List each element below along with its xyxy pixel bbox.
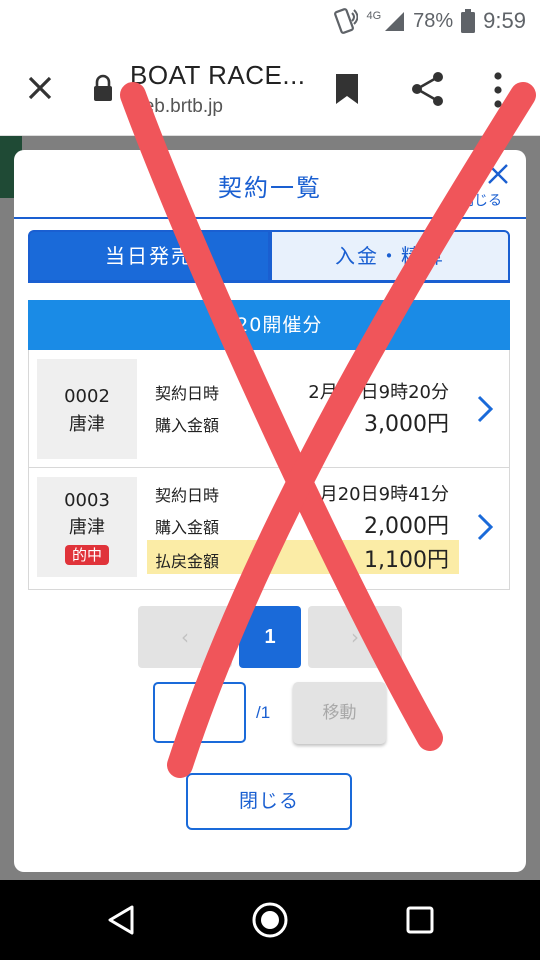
- contract-list: 0002 唐津 契約日時 2月20日9時20分 購入金額 3,000円 0003…: [28, 350, 510, 590]
- modal-title: 契約一覧: [218, 174, 322, 202]
- date-label: 契約日時: [155, 384, 220, 403]
- date-label: 契約日時: [155, 486, 220, 505]
- title-divider: [14, 217, 526, 219]
- close-button[interactable]: 閉じる: [186, 773, 352, 830]
- contract-row[interactable]: 0003 唐津 的中 契約日時 2月20日9時41分 購入金額 2,000円 払…: [29, 468, 509, 589]
- home-icon[interactable]: [251, 901, 289, 939]
- next-page-button[interactable]: ›: [308, 606, 402, 668]
- current-page-button[interactable]: 1: [239, 606, 301, 668]
- close-icon: [28, 76, 52, 100]
- chevron-right-icon[interactable]: [475, 394, 495, 424]
- close-tab-button[interactable]: [22, 70, 58, 106]
- amount-label: 購入金額: [155, 416, 220, 435]
- chevron-left-icon: ‹: [181, 625, 189, 649]
- system-nav-bar: [0, 880, 540, 960]
- modal-close-label[interactable]: 閉じる: [460, 190, 502, 210]
- contract-number: 0003: [64, 490, 110, 511]
- chevron-right-icon[interactable]: [475, 512, 495, 542]
- move-button[interactable]: 移動: [293, 682, 386, 744]
- back-icon[interactable]: [106, 904, 136, 936]
- page-url[interactable]: web.brtb.jp: [130, 96, 223, 118]
- page-total: /1: [256, 703, 271, 722]
- chevron-right-icon: ›: [351, 625, 359, 649]
- bookmark-icon[interactable]: [334, 72, 360, 106]
- browser-toolbar: BOAT RACE... web.brtb.jp: [0, 44, 540, 136]
- hit-badge: 的中: [64, 545, 109, 565]
- battery-percent: 78%: [413, 9, 454, 32]
- contract-row[interactable]: 0002 唐津 契約日時 2月20日9時20分 購入金額 3,000円: [29, 350, 509, 468]
- battery-icon: [461, 9, 476, 33]
- network-type: 4G: [366, 10, 382, 22]
- page-title: BOAT RACE...: [130, 60, 306, 90]
- purchase-amount: 2,000円: [364, 514, 449, 539]
- payout-amount: 1,100円: [364, 548, 449, 573]
- prev-page-button[interactable]: ‹: [138, 606, 232, 668]
- close-icon[interactable]: [486, 162, 510, 188]
- tab-same-day-sales[interactable]: 当日発売: [28, 230, 270, 282]
- signal-icon: [385, 12, 405, 31]
- clock: 9:59: [483, 8, 526, 33]
- venue-name: 唐津: [69, 517, 105, 538]
- vibrate-icon: [334, 8, 359, 34]
- purchase-amount: 3,000円: [364, 412, 449, 437]
- date-header: 2/20開催分: [28, 300, 510, 350]
- contract-list-modal: 契約一覧 閉じる 当日発売 入金・精算 2/20開催分 0002 唐津 契約日時…: [14, 150, 526, 872]
- tab-underline: [28, 280, 510, 283]
- more-vert-icon[interactable]: [490, 70, 506, 110]
- contract-datetime: 2月20日9時41分: [308, 484, 449, 505]
- amount-label: 購入金額: [155, 518, 220, 537]
- share-icon[interactable]: [408, 70, 448, 108]
- race-info-box: 0003 唐津 的中: [37, 477, 137, 577]
- lock-icon: [94, 74, 112, 101]
- contract-number: 0002: [64, 386, 110, 407]
- payout-label: 払戻金額: [155, 552, 220, 571]
- tab-deposit-settlement[interactable]: 入金・精算: [270, 230, 510, 282]
- page-number-input[interactable]: [153, 682, 246, 743]
- race-info-box: 0002 唐津: [37, 359, 137, 459]
- venue-name: 唐津: [69, 414, 105, 435]
- recents-icon[interactable]: [405, 905, 435, 935]
- status-bar: 4G 78% 9:59: [0, 0, 540, 44]
- status-icons: 4G 78% 9:59: [330, 8, 526, 34]
- contract-datetime: 2月20日9時20分: [308, 382, 449, 403]
